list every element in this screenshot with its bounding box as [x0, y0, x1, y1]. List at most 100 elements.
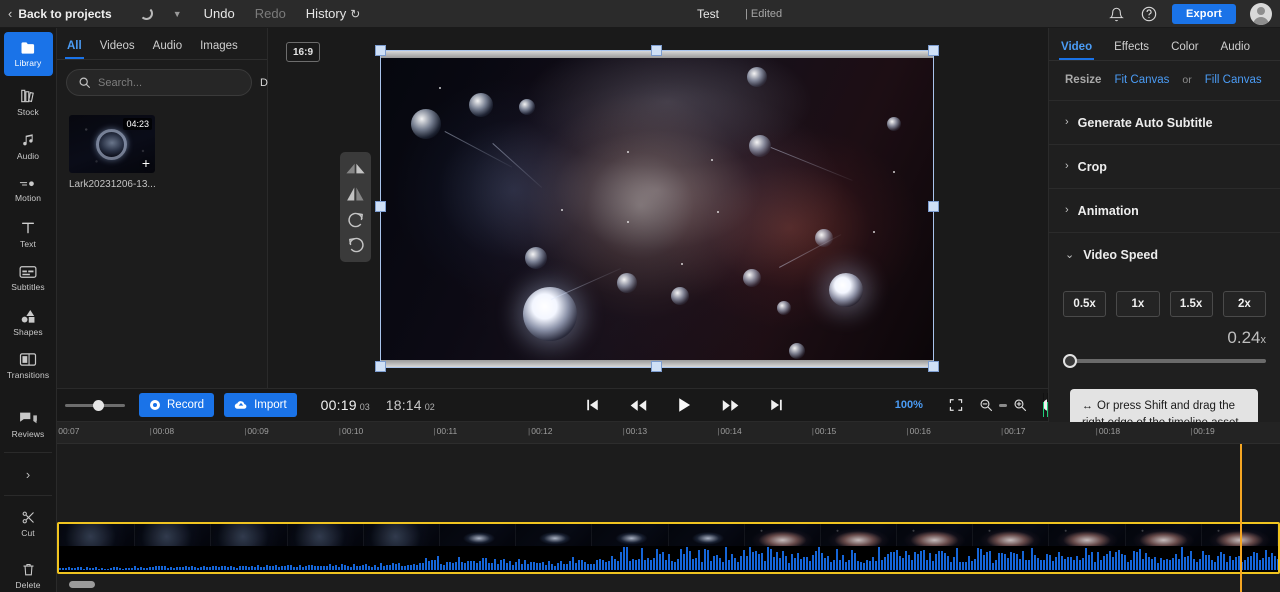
export-button[interactable]: Export [1172, 4, 1236, 24]
record-button[interactable]: Record [139, 393, 214, 417]
rewind-icon[interactable] [629, 395, 649, 415]
waveform-bar [188, 567, 190, 570]
sidebar-item-reviews[interactable]: Reviews [4, 402, 53, 446]
waveform-bar [875, 561, 877, 570]
flip-vertical-icon[interactable] [344, 183, 368, 205]
flip-horizontal-icon[interactable] [344, 158, 368, 180]
zoom-in-icon[interactable] [1013, 395, 1027, 415]
sidebar-item-stock[interactable]: Stock [4, 80, 53, 124]
rotate-counterclockwise-icon[interactable] [344, 234, 368, 256]
fullscreen-icon[interactable] [949, 395, 963, 415]
section-crop[interactable]: › Crop [1049, 145, 1280, 189]
section-generate-auto-subtitle[interactable]: › Generate Auto Subtitle [1049, 101, 1280, 145]
library-tab-videos[interactable]: Videos [100, 40, 135, 59]
waveform-bar [1148, 557, 1150, 570]
speed-slider-track[interactable] [1066, 359, 1266, 363]
library-tab-all[interactable]: All [67, 40, 82, 59]
sidebar-item-text[interactable]: Text [4, 212, 53, 256]
waveform-bar [470, 561, 472, 570]
fill-canvas-button[interactable]: Fill Canvas [1205, 74, 1262, 86]
tool-delete-button[interactable]: Delete [4, 554, 53, 592]
skip-to-start-icon[interactable] [583, 395, 603, 415]
volume-track[interactable] [65, 404, 125, 407]
video-preview-frame[interactable] [381, 51, 933, 367]
aspect-ratio-badge[interactable]: 16:9 [286, 42, 320, 62]
add-asset-icon[interactable]: + [142, 156, 150, 170]
speed-preset-2x[interactable]: 2x [1223, 291, 1266, 317]
timeline-tracks[interactable] [57, 444, 1280, 592]
list-item[interactable]: 04:23 + Lark20231206-13... [69, 115, 155, 190]
resize-handle-top-left[interactable] [375, 45, 386, 56]
speed-preset-1x[interactable]: 1x [1116, 291, 1159, 317]
resize-handle-top-center[interactable] [651, 45, 662, 56]
resize-handle-bottom-right[interactable] [928, 361, 939, 372]
speed-slider-knob[interactable] [1063, 354, 1077, 368]
waveform-bar [536, 563, 538, 570]
speed-preset-1_5x[interactable]: 1.5x [1170, 291, 1213, 317]
zoom-out-icon[interactable] [979, 395, 993, 415]
waveform-bar [713, 556, 715, 570]
waveform-bar [854, 553, 856, 570]
timeline-clip[interactable] [57, 522, 1280, 574]
volume-knob[interactable] [93, 400, 104, 411]
sidebar-item-library[interactable]: Library [4, 32, 53, 76]
history-button[interactable]: History ↻ [306, 6, 361, 21]
waveform-bar [440, 564, 442, 570]
timeline-scrollbar[interactable] [57, 581, 1280, 588]
playhead[interactable] [1240, 444, 1242, 592]
help-icon[interactable] [1140, 5, 1158, 23]
resize-handle-middle-left[interactable] [375, 201, 386, 212]
expand-rail-button[interactable]: › [4, 459, 53, 489]
sidebar-item-transitions[interactable]: Transitions [4, 344, 53, 388]
redo-button[interactable]: Redo [255, 6, 286, 21]
chevron-down-icon[interactable]: ▼ [173, 9, 182, 19]
skip-to-end-icon[interactable] [767, 395, 787, 415]
ruler-tick: |00:17 [1001, 426, 1026, 436]
import-button[interactable]: Import [224, 393, 297, 417]
resize-handle-bottom-left[interactable] [375, 361, 386, 372]
tool-cut-button[interactable]: Cut [4, 502, 53, 546]
waveform-bar [449, 562, 451, 570]
chevron-right-icon: › [26, 467, 30, 482]
timeline-zoom-slider[interactable] [999, 404, 1007, 407]
section-video-speed[interactable]: ⌄ Video Speed [1049, 233, 1280, 277]
rotate-clockwise-icon[interactable] [344, 209, 368, 231]
speed-slider[interactable] [1063, 354, 1266, 368]
waveform-bar [443, 565, 445, 570]
sidebar-item-audio[interactable]: Audio [4, 124, 53, 168]
volume-slider[interactable] [65, 404, 125, 407]
waveform-bar [827, 556, 829, 570]
section-animation[interactable]: › Animation [1049, 189, 1280, 233]
sidebar-item-shapes[interactable]: Shapes [4, 300, 53, 344]
tab-audio[interactable]: Audio [1221, 41, 1250, 60]
waveform-bar [416, 565, 418, 570]
search-input[interactable] [98, 77, 240, 89]
sidebar-item-subtitles[interactable]: Subtitles [4, 256, 53, 300]
back-to-projects-button[interactable]: ‹ Back to projects [0, 7, 122, 21]
avatar[interactable] [1250, 3, 1272, 25]
tab-video[interactable]: Video [1061, 41, 1092, 60]
resize-handle-bottom-center[interactable] [651, 361, 662, 372]
sidebar-item-motion[interactable]: Motion [4, 168, 53, 212]
zoom-percentage[interactable]: 100% [895, 399, 923, 411]
asset-thumbnail[interactable]: 04:23 + [69, 115, 155, 173]
resize-handle-top-right[interactable] [928, 45, 939, 56]
fast-forward-icon[interactable] [721, 395, 741, 415]
play-icon[interactable] [675, 395, 695, 415]
tab-effects[interactable]: Effects [1114, 41, 1149, 60]
undo-button[interactable]: Undo [204, 6, 235, 21]
waveform-bar [611, 556, 613, 570]
timeline-scrollbar-thumb[interactable] [69, 581, 95, 588]
resize-handle-middle-right[interactable] [928, 201, 939, 212]
library-tab-audio[interactable]: Audio [153, 40, 182, 59]
timeline-ruler[interactable]: |00:07|00:08|00:09|00:10|00:11|00:12|00:… [57, 422, 1280, 444]
search-box[interactable] [66, 69, 252, 96]
tab-color[interactable]: Color [1171, 41, 1198, 60]
notification-bell-icon[interactable] [1108, 5, 1126, 23]
speed-preset-0_5x[interactable]: 0.5x [1063, 291, 1106, 317]
library-tab-images[interactable]: Images [200, 40, 238, 59]
color-swatch-left[interactable] [1043, 393, 1044, 417]
waveform-bar [1010, 552, 1012, 570]
waveform-bar [560, 561, 562, 570]
fit-canvas-button[interactable]: Fit Canvas [1114, 74, 1169, 86]
